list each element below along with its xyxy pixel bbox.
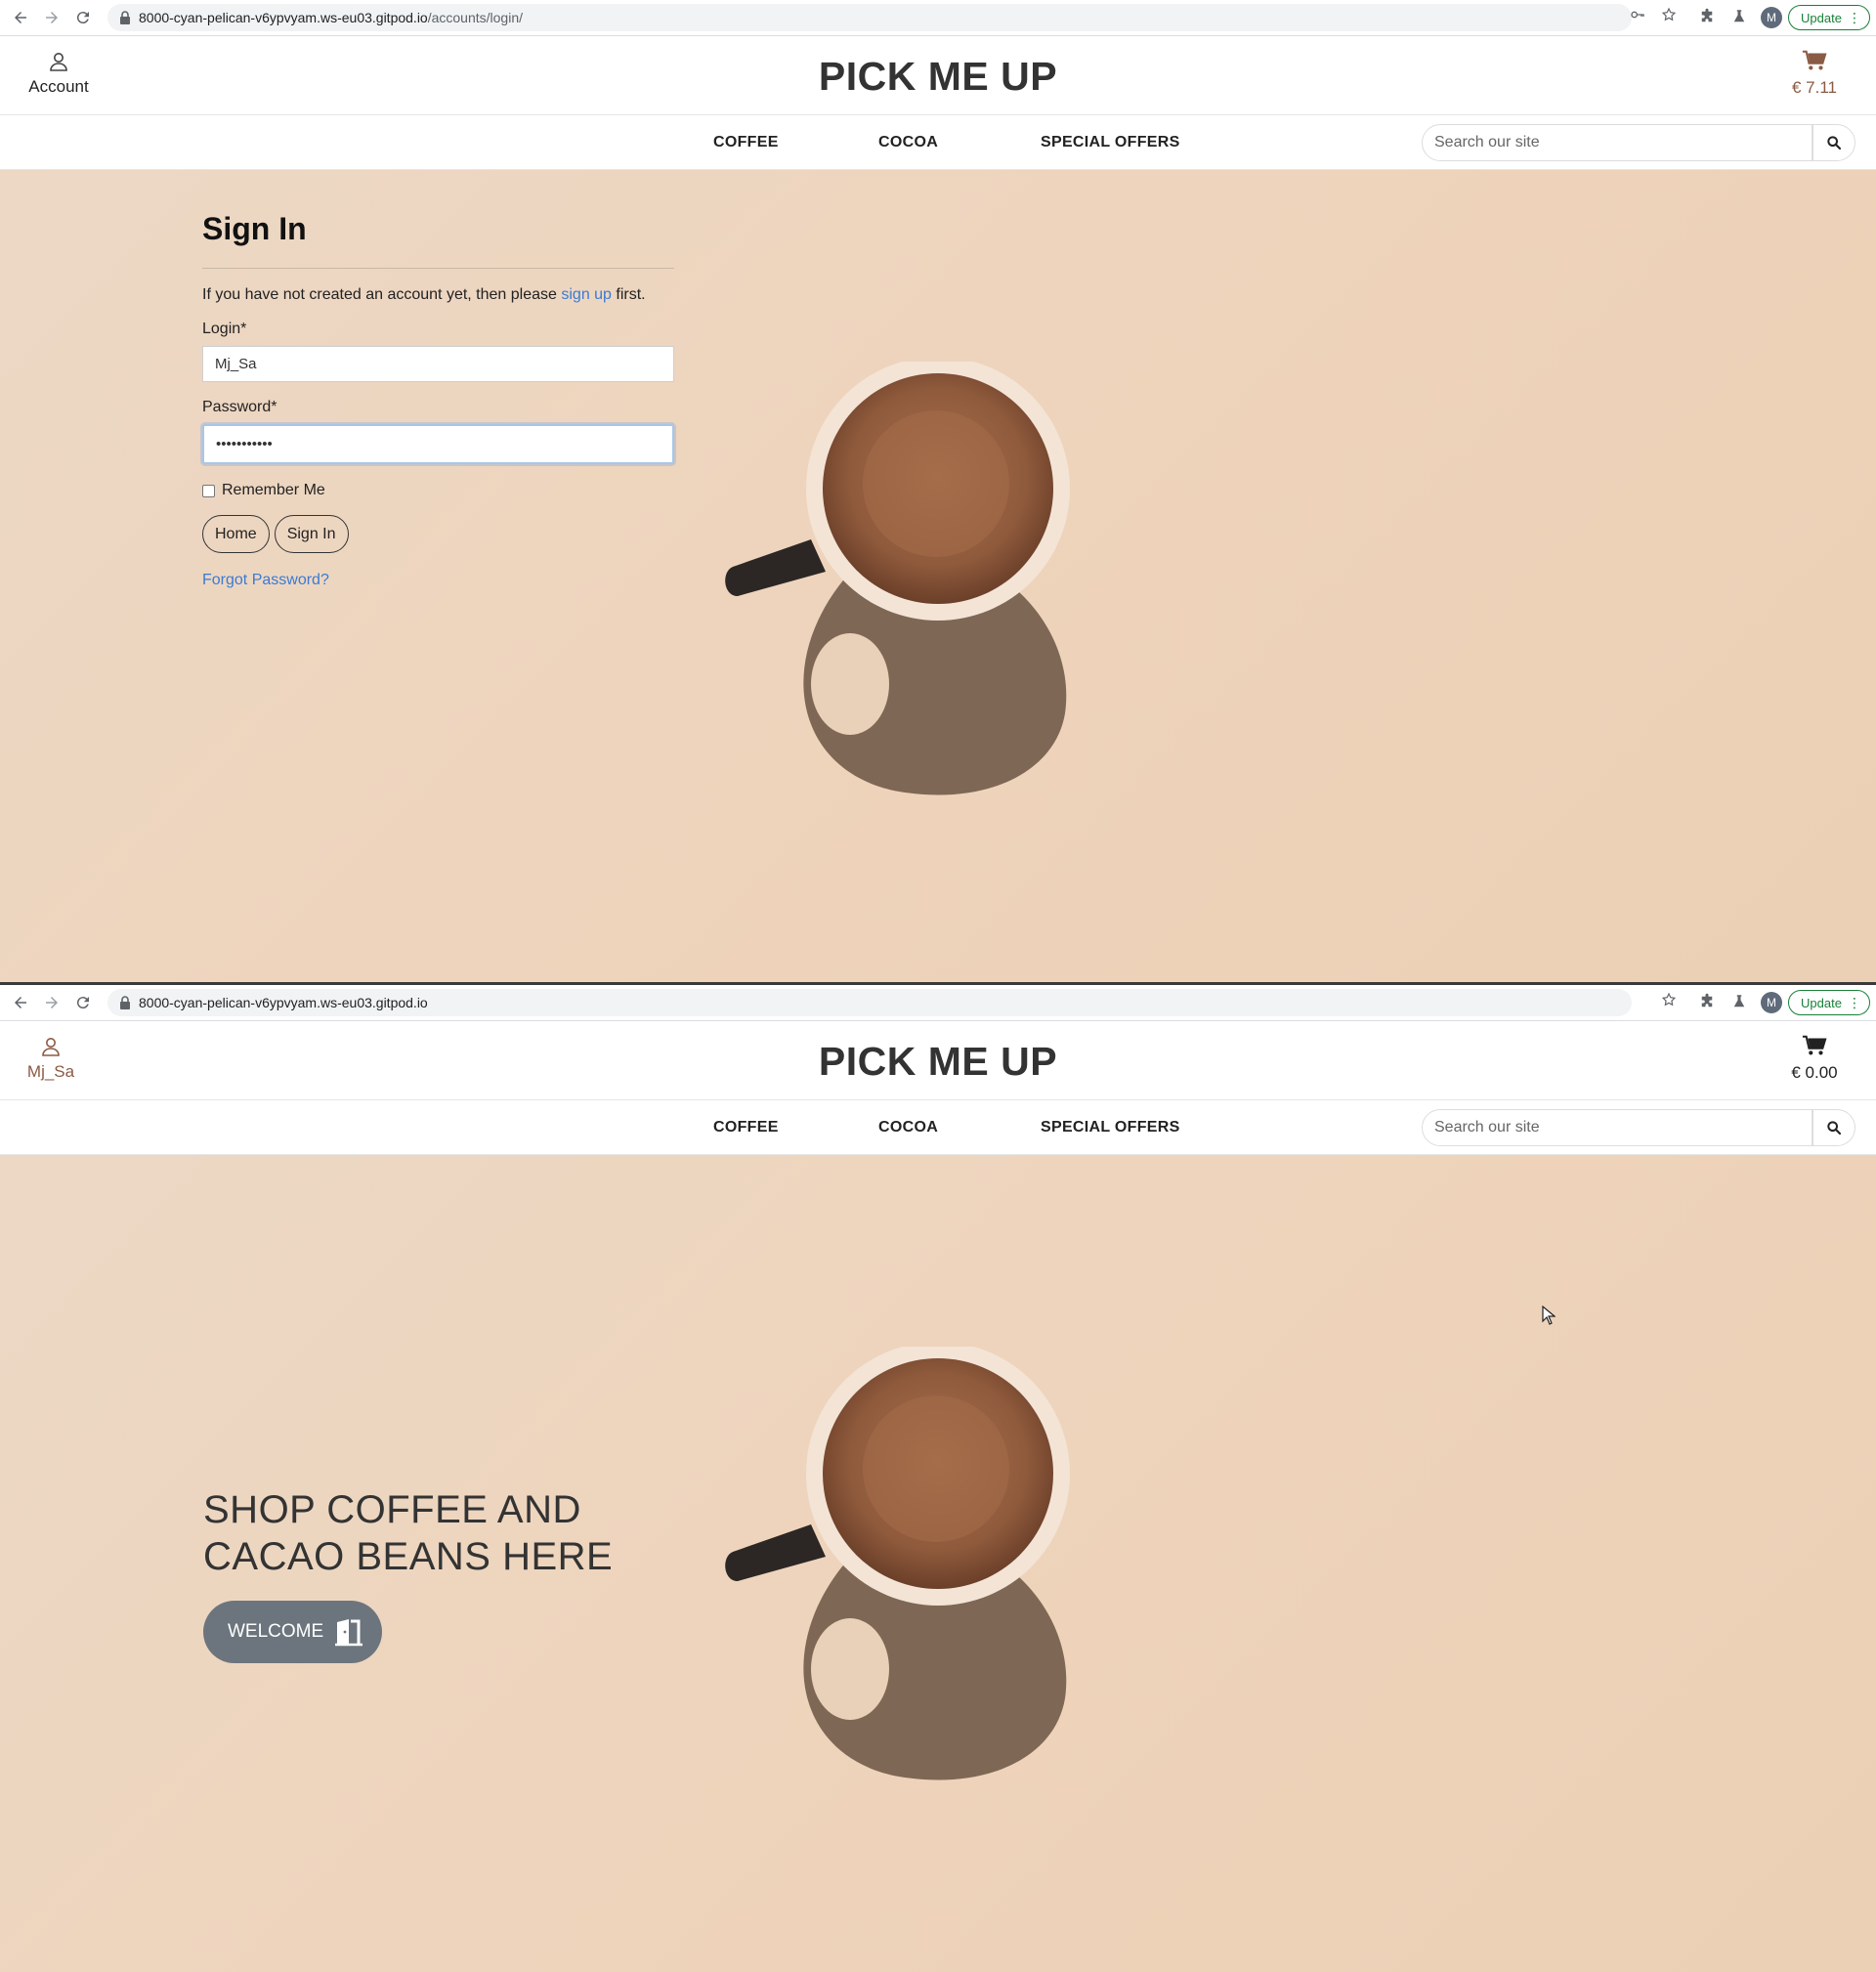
lock-icon	[120, 996, 130, 1009]
coffee-mug-image	[725, 362, 1070, 795]
page-title: Sign In	[202, 211, 307, 246]
cart-total: € 0.00	[1791, 1063, 1838, 1082]
mouse-cursor-icon	[1542, 1306, 1556, 1325]
search-icon	[1827, 136, 1842, 150]
account-menu[interactable]: Account	[0, 50, 117, 97]
address-bar[interactable]: 8000-cyan-pelican-v6ypvyam.ws-eu03.gitpo…	[107, 989, 1632, 1016]
hero-line-1: SHOP COFFEE AND	[203, 1488, 581, 1531]
signup-link[interactable]: sign up	[561, 286, 612, 303]
account-label: Mj_Sa	[26, 1062, 75, 1081]
nav-coffee[interactable]: COFFEE	[713, 134, 779, 151]
account-label: Account	[28, 77, 89, 96]
search-input[interactable]	[1423, 125, 1812, 160]
nav-cocoa[interactable]: COCOA	[878, 134, 938, 151]
hero-section: Sign In If you have not created an accou…	[0, 170, 1876, 983]
profile-avatar[interactable]: M	[1761, 7, 1782, 28]
search-input[interactable]	[1423, 1110, 1812, 1145]
nav-special-offers[interactable]: SPECIAL OFFERS	[1041, 1119, 1180, 1136]
welcome-label: WELCOME	[228, 1621, 324, 1642]
nav-coffee[interactable]: COFFEE	[713, 1119, 779, 1136]
flask-icon[interactable]	[1730, 8, 1748, 25]
star-icon[interactable]	[1661, 7, 1677, 22]
forgot-password-link[interactable]: Forgot Password?	[202, 572, 674, 589]
door-icon	[335, 1619, 363, 1647]
browser-toolbar: 8000-cyan-pelican-v6ypvyam.ws-eu03.gitpo…	[0, 985, 1876, 1021]
address-bar[interactable]: 8000-cyan-pelican-v6ypvyam.ws-eu03.gitpo…	[107, 4, 1632, 31]
main-nav: COFFEE COCOA SPECIAL OFFERS	[0, 1100, 1876, 1155]
login-screenshot: 8000-cyan-pelican-v6ypvyam.ws-eu03.gitpo…	[0, 0, 1876, 983]
search-box	[1422, 1109, 1812, 1146]
brand-logo[interactable]: PICK ME UP	[819, 1039, 1057, 1084]
user-icon	[50, 53, 67, 71]
update-button[interactable]: Update ⋮	[1788, 990, 1870, 1015]
form-actions: Home Sign In	[202, 515, 674, 553]
lock-icon	[120, 11, 130, 24]
signin-form: Sign In If you have not created an accou…	[202, 211, 674, 589]
remember-checkbox[interactable]	[202, 484, 215, 497]
welcome-button[interactable]: WELCOME	[203, 1601, 382, 1663]
coffee-mug-image	[725, 1347, 1070, 1780]
forward-icon[interactable]	[40, 6, 64, 29]
forward-icon[interactable]	[40, 991, 64, 1014]
divider	[202, 268, 674, 269]
hero-line-2: CACAO BEANS HERE	[203, 1535, 614, 1578]
home-button[interactable]: Home	[202, 515, 270, 553]
browser-toolbar: 8000-cyan-pelican-v6ypvyam.ws-eu03.gitpo…	[0, 0, 1876, 36]
signin-button[interactable]: Sign In	[274, 515, 349, 553]
search-button[interactable]	[1812, 124, 1855, 161]
puzzle-icon[interactable]	[1698, 8, 1716, 25]
cart-icon	[1802, 1035, 1827, 1055]
search-button[interactable]	[1812, 1109, 1855, 1146]
remember-me: Remember Me	[202, 482, 674, 499]
url-text: 8000-cyan-pelican-v6ypvyam.ws-eu03.gitpo…	[139, 995, 428, 1010]
site-header: Mj_Sa PICK ME UP € 0.00	[0, 1021, 1876, 1100]
flask-icon[interactable]	[1730, 993, 1748, 1010]
cart-icon	[1802, 50, 1827, 70]
hero-headline: SHOP COFFEE AND CACAO BEANS HERE	[203, 1486, 613, 1580]
nav-cocoa[interactable]: COCOA	[878, 1119, 938, 1136]
star-icon[interactable]	[1661, 992, 1677, 1007]
profile-avatar[interactable]: M	[1761, 992, 1782, 1013]
cart-link[interactable]: € 0.00	[1770, 1034, 1858, 1083]
url-text: 8000-cyan-pelican-v6ypvyam.ws-eu03.gitpo…	[139, 10, 524, 25]
puzzle-icon[interactable]	[1698, 993, 1716, 1010]
reload-icon[interactable]	[71, 6, 95, 29]
update-button[interactable]: Update ⋮	[1788, 5, 1870, 30]
cart-total: € 7.11	[1791, 78, 1837, 97]
key-icon[interactable]	[1630, 7, 1645, 22]
back-icon[interactable]	[9, 6, 32, 29]
remember-label: Remember Me	[222, 482, 325, 498]
user-icon	[42, 1038, 60, 1056]
password-field[interactable]	[202, 424, 674, 464]
back-icon[interactable]	[9, 991, 32, 1014]
reload-icon[interactable]	[71, 991, 95, 1014]
brand-logo[interactable]: PICK ME UP	[819, 54, 1057, 99]
site-header: Account PICK ME UP € 7.11	[0, 36, 1876, 115]
account-menu[interactable]: Mj_Sa	[0, 1035, 109, 1082]
signup-prompt: If you have not created an account yet, …	[202, 286, 646, 303]
search-box	[1422, 124, 1812, 161]
nav-special-offers[interactable]: SPECIAL OFFERS	[1041, 134, 1180, 151]
login-label: Login*	[202, 321, 247, 337]
password-label: Password*	[202, 399, 277, 415]
hero-section: SHOP COFFEE AND CACAO BEANS HERE WELCOME	[0, 1155, 1876, 1972]
search-icon	[1827, 1121, 1842, 1136]
main-nav: COFFEE COCOA SPECIAL OFFERS	[0, 115, 1876, 170]
cart-link[interactable]: € 7.11	[1770, 49, 1858, 98]
login-field[interactable]	[202, 346, 674, 382]
home-screenshot: 8000-cyan-pelican-v6ypvyam.ws-eu03.gitpo…	[0, 985, 1876, 1972]
